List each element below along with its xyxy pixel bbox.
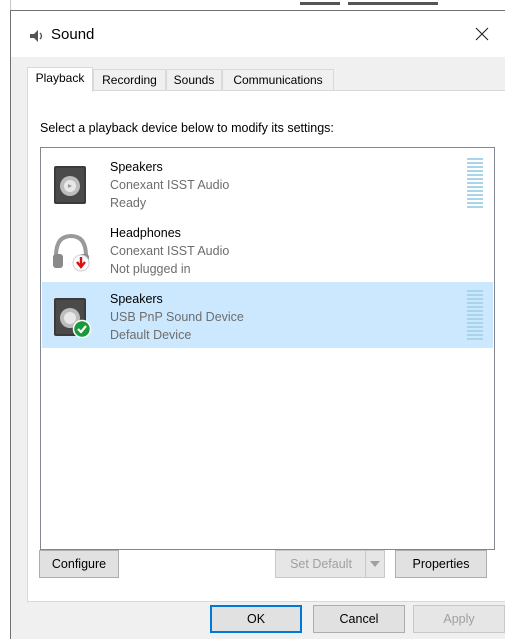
headphones-icon <box>53 233 90 272</box>
tab-label: Communications <box>233 73 323 87</box>
device-driver: Conexant ISST Audio <box>110 244 230 258</box>
device-status: Default Device <box>110 328 192 342</box>
device-list[interactable]: Speakers Conexant ISST Audio Ready Headp… <box>40 147 495 550</box>
cancel-button[interactable]: Cancel <box>313 605 405 633</box>
tab-playback[interactable]: Playback <box>27 67 93 92</box>
properties-button[interactable]: Properties <box>395 550 487 578</box>
instruction-text: Select a playback device below to modify… <box>40 121 334 135</box>
tab-label: Recording <box>102 73 157 87</box>
configure-button[interactable]: Configure <box>39 550 119 578</box>
tab-label: Sounds <box>173 73 215 87</box>
device-driver: USB PnP Sound Device <box>110 310 244 324</box>
device-name: Headphones <box>110 226 181 240</box>
sound-dialog: Sound Playback Recording Sounds Communic… <box>10 10 505 639</box>
speaker-icon <box>30 30 43 42</box>
background-window-fragment <box>300 0 450 10</box>
device-name: Speakers <box>110 292 163 306</box>
device-driver: Conexant ISST Audio <box>110 178 230 192</box>
playback-panel: Select a playback device below to modify… <box>27 90 505 602</box>
list-item[interactable]: Speakers Conexant ISST Audio Ready <box>42 150 493 216</box>
volume-meter <box>467 290 483 342</box>
list-item[interactable]: Headphones Conexant ISST Audio Not plugg… <box>42 216 493 282</box>
tab-sounds[interactable]: Sounds <box>166 69 222 91</box>
tab-label: Playback <box>35 71 85 85</box>
speaker-icon <box>54 166 86 204</box>
window-title: Sound <box>51 26 95 43</box>
chevron-down-icon <box>370 561 380 567</box>
apply-button[interactable]: Apply <box>413 605 505 633</box>
close-icon <box>475 27 489 41</box>
volume-meter <box>467 158 483 210</box>
set-default-button[interactable]: Set Default <box>275 550 367 578</box>
close-button[interactable] <box>459 11 505 57</box>
tab-communications[interactable]: Communications <box>222 69 334 91</box>
device-status: Ready <box>110 196 147 210</box>
title-bar[interactable]: Sound <box>11 11 505 57</box>
list-item-selected[interactable]: Speakers USB PnP Sound Device Default De… <box>42 282 493 348</box>
ok-button[interactable]: OK <box>210 605 302 633</box>
set-default-dropdown[interactable] <box>365 550 385 578</box>
tab-recording[interactable]: Recording <box>93 69 166 91</box>
device-name: Speakers <box>110 160 163 174</box>
speaker-default-icon <box>54 298 92 338</box>
device-status: Not plugged in <box>110 262 191 276</box>
